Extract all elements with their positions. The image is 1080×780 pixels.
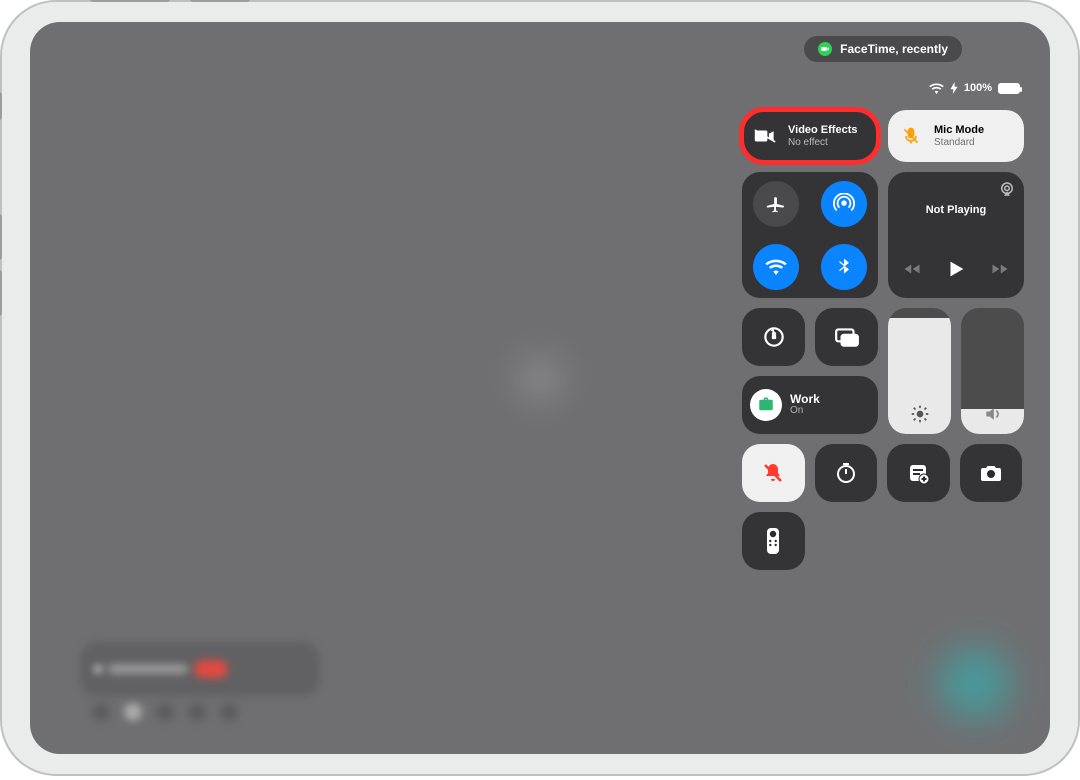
play-button[interactable] <box>945 258 967 280</box>
hw-side-button <box>0 214 2 260</box>
airplay-icon[interactable] <box>998 180 1016 198</box>
bell-slash-icon <box>761 461 785 485</box>
focus-subtitle: On <box>790 406 820 417</box>
battery-icon <box>998 83 1020 94</box>
mic-mode-button[interactable]: Mic Mode Standard <box>888 110 1024 162</box>
media-controls-group[interactable]: Not Playing <box>888 172 1024 298</box>
active-app-label: FaceTime, recently <box>840 42 948 56</box>
mic-slash-icon <box>898 123 924 149</box>
screen-mirroring-icon <box>834 326 860 348</box>
focus-button[interactable]: Work On <box>742 376 878 434</box>
rotation-lock-icon <box>761 324 787 350</box>
control-center: Video Effects No effect Mic Mode Standar… <box>742 110 1024 570</box>
active-app-pill[interactable]: FaceTime, recently <box>804 36 962 62</box>
backward-icon <box>903 260 921 278</box>
silent-mode-toggle[interactable] <box>742 444 805 502</box>
play-icon <box>945 258 967 280</box>
airdrop-toggle[interactable] <box>821 181 867 227</box>
video-camera-slash-icon <box>752 123 778 149</box>
brightness-slider[interactable] <box>888 308 951 434</box>
timer-icon <box>834 461 858 485</box>
video-effects-button[interactable]: Video Effects No effect <box>742 110 878 162</box>
bluetooth-toggle[interactable] <box>821 244 867 290</box>
next-track-button[interactable] <box>991 260 1009 278</box>
facetime-overlay-blurred <box>80 642 320 696</box>
wifi-icon <box>765 259 787 275</box>
video-effects-title: Video Effects <box>788 124 858 136</box>
bluetooth-icon <box>834 257 854 277</box>
battery-percent-label: 100% <box>964 82 992 94</box>
forward-icon <box>991 260 1009 278</box>
facetime-overlay-blurred-controls <box>80 700 320 724</box>
note-add-icon <box>906 461 930 485</box>
now-playing-label: Not Playing <box>896 204 1016 216</box>
facetime-active-icon <box>818 42 832 56</box>
screen-mirroring-button[interactable] <box>815 308 878 366</box>
apple-tv-remote-button[interactable] <box>742 512 805 570</box>
mic-mode-title: Mic Mode <box>934 124 984 136</box>
mic-mode-subtitle: Standard <box>934 137 984 148</box>
wifi-icon <box>929 83 944 94</box>
airdrop-icon <box>833 193 855 215</box>
charging-bolt-icon <box>950 82 958 94</box>
previous-track-button[interactable] <box>903 260 921 278</box>
hw-volume-button <box>90 0 170 2</box>
ipad-frame: FaceTime, recently 100% <box>0 0 1080 776</box>
wifi-toggle[interactable] <box>753 244 799 290</box>
speaker-icon <box>961 404 1024 424</box>
briefcase-icon <box>750 389 782 421</box>
timer-button[interactable] <box>815 444 878 502</box>
hw-power-button <box>190 0 250 2</box>
quick-note-button[interactable] <box>887 444 950 502</box>
hw-side-button <box>0 92 2 120</box>
orientation-lock-toggle[interactable] <box>742 308 805 366</box>
bg-blur-spot <box>520 359 560 399</box>
hw-side-button <box>0 270 2 316</box>
airplane-mode-toggle[interactable] <box>753 181 799 227</box>
volume-slider[interactable] <box>961 308 1024 434</box>
camera-button[interactable] <box>960 444 1023 502</box>
connectivity-group[interactable] <box>742 172 878 298</box>
video-effects-subtitle: No effect <box>788 137 858 148</box>
status-bar-right: 100% <box>929 82 1020 94</box>
sun-icon <box>888 404 951 424</box>
camera-icon <box>979 463 1003 483</box>
apple-tv-remote-icon <box>766 527 780 555</box>
bg-blur-spot <box>940 648 1010 718</box>
airplane-icon <box>765 193 787 215</box>
screen: FaceTime, recently 100% <box>30 22 1050 754</box>
